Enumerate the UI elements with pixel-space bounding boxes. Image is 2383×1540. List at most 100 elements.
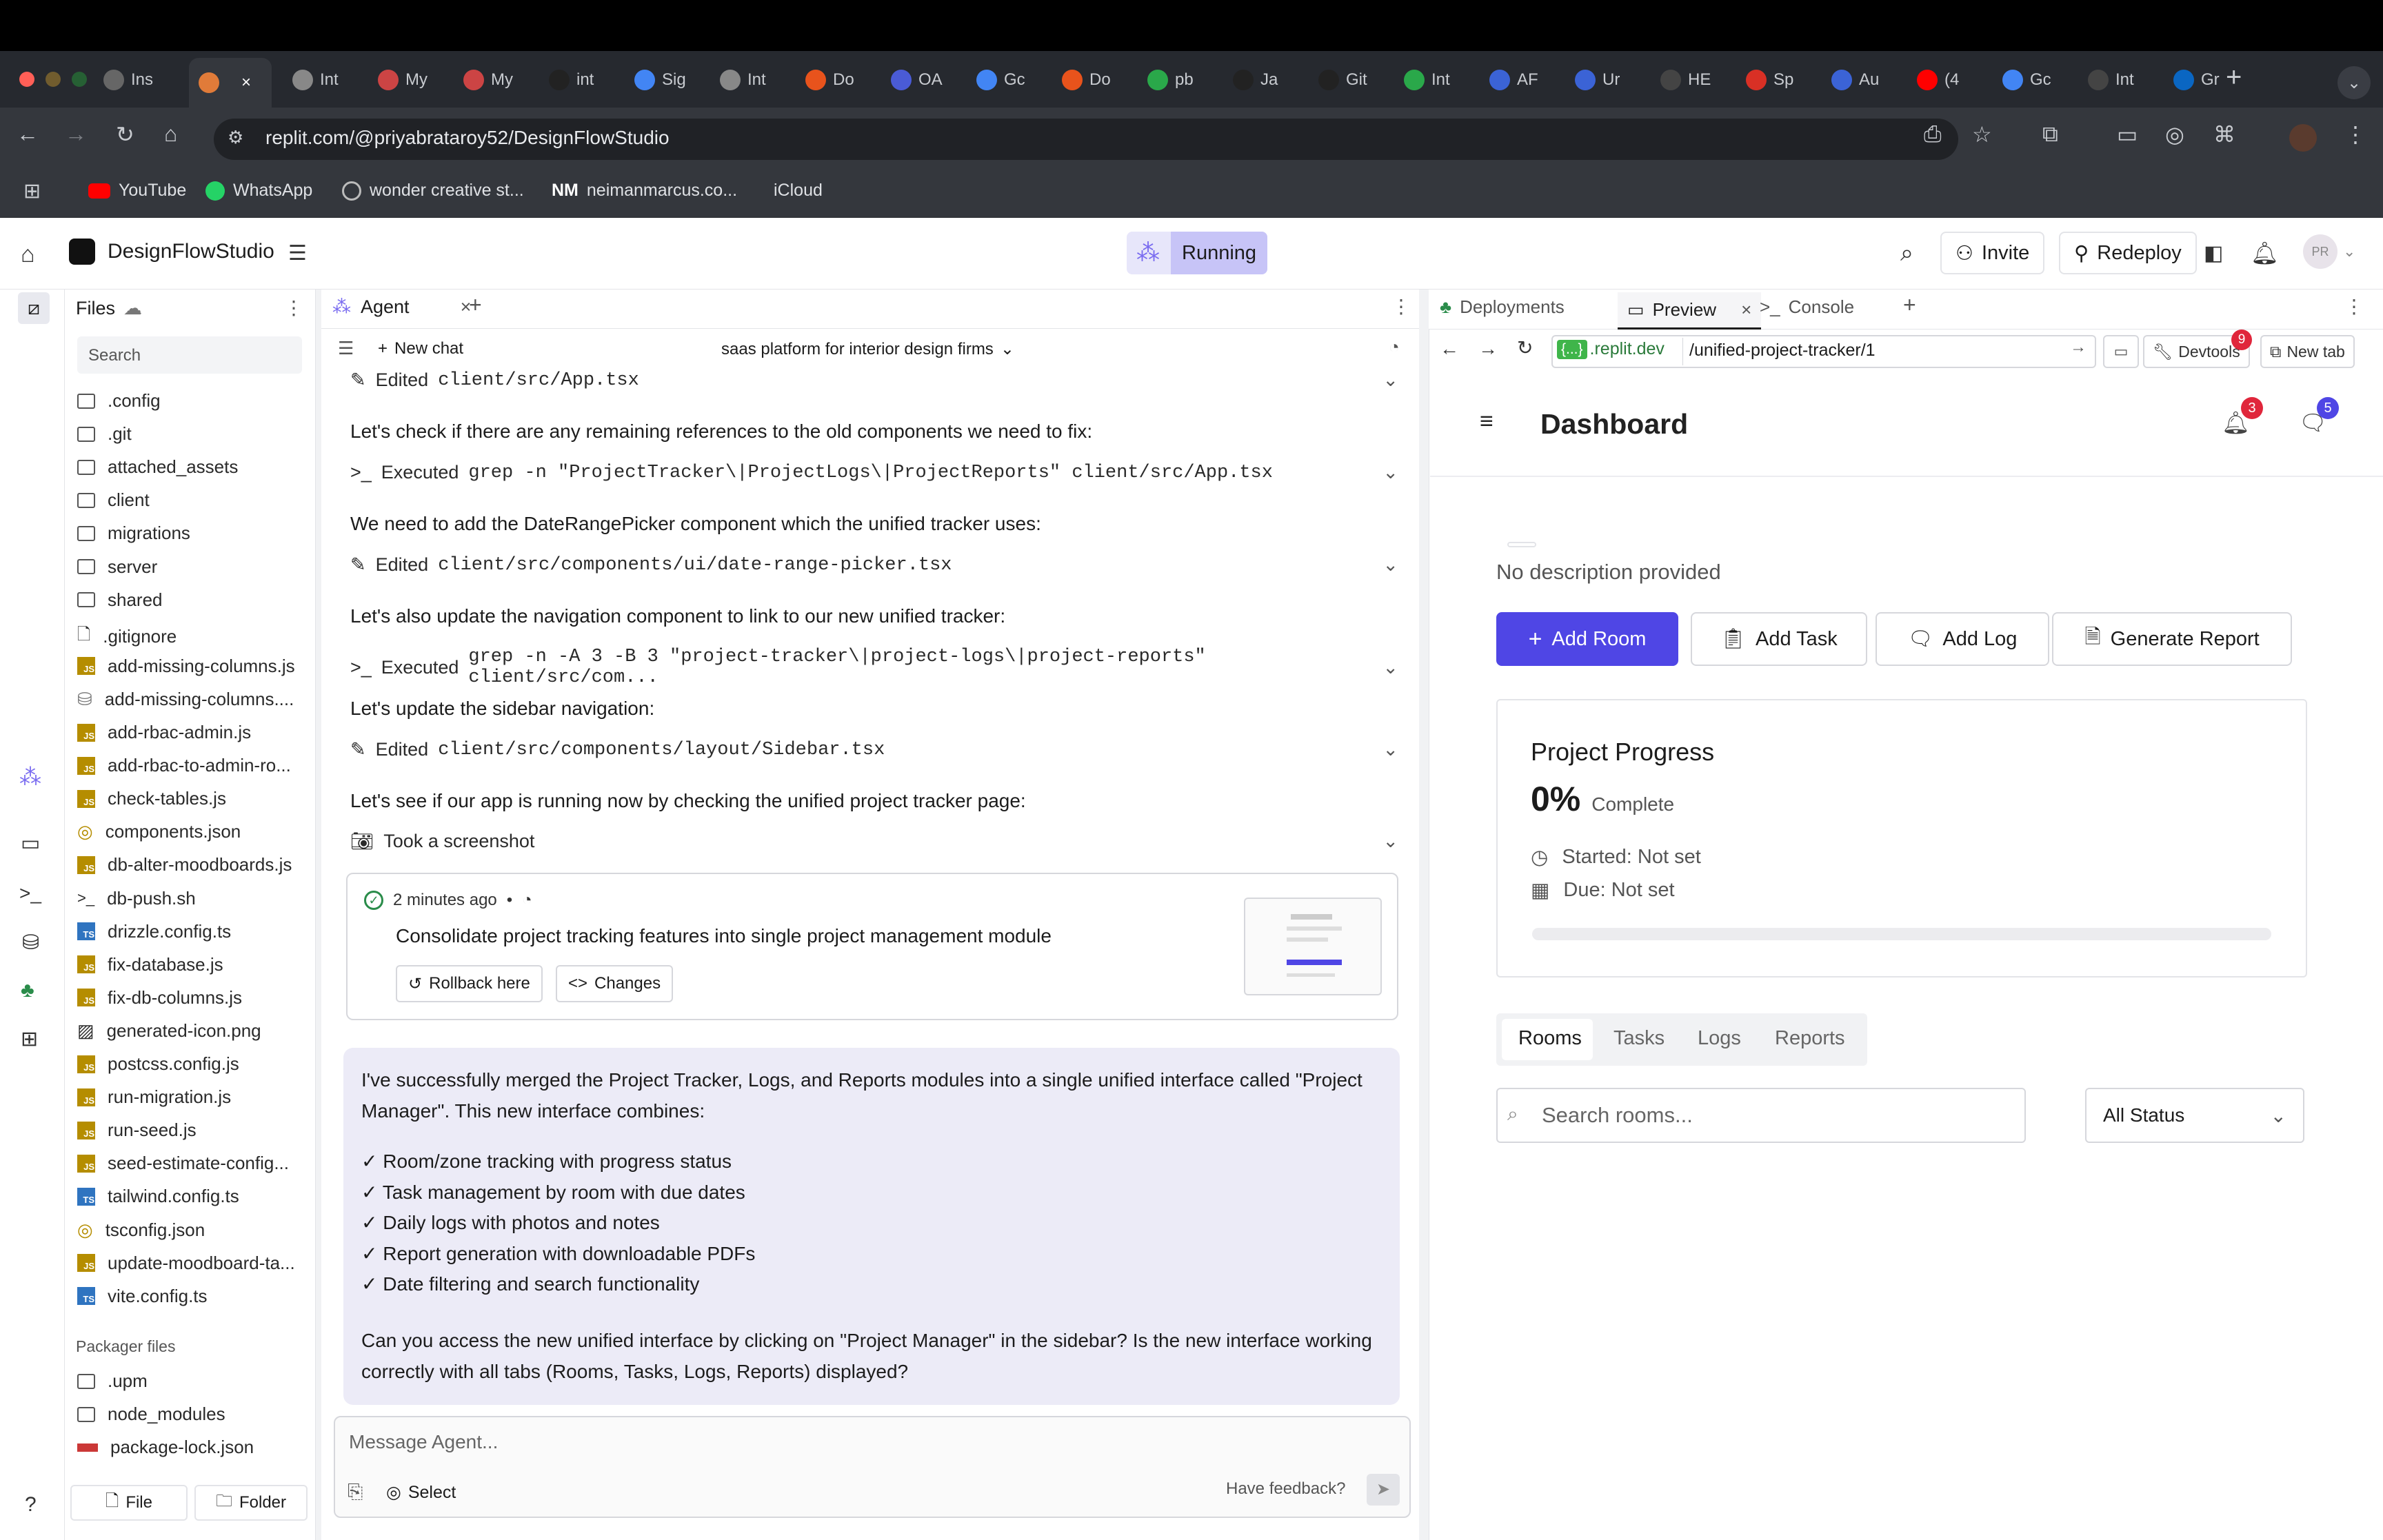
file-tree-item[interactable]: TS drizzle.config.ts (77, 921, 231, 942)
file-tree-item[interactable]: server (77, 556, 157, 578)
help-icon[interactable]: ? (25, 1493, 37, 1517)
browser-tab[interactable]: Int (2088, 59, 2134, 101)
agent-menu-icon[interactable]: ⋮ (1391, 295, 1411, 318)
close-tab-icon[interactable]: × (241, 73, 251, 92)
new-tab-button[interactable]: ⧉ New tab (2260, 335, 2355, 368)
file-tree-item[interactable]: migrations (77, 523, 190, 544)
browser-tab[interactable]: Git (1318, 59, 1367, 101)
redeploy-button[interactable]: ⚲ Redeploy (2059, 232, 2197, 274)
webview-icon[interactable]: ▭ (21, 831, 40, 855)
tab-search-chevron-icon[interactable]: ⌄ (2337, 66, 2371, 99)
user-avatar[interactable]: PR ⌄ (2303, 234, 2355, 269)
packager-file-item[interactable]: package-lock.json (77, 1437, 254, 1458)
new-chat-button[interactable]: + New chat (378, 339, 463, 358)
browser-tab[interactable]: My (378, 59, 428, 101)
back-arrow-icon[interactable]: ← (17, 121, 39, 147)
agent-action-row[interactable]: >_ Executed grep -n -A 3 -B 3 "project-tra… (350, 647, 1398, 688)
changes-button[interactable]: <> Changes (556, 965, 674, 1002)
hamburger-menu-icon[interactable]: ≡ (1480, 408, 1494, 435)
generate-report-button[interactable]: 🗎︎ Generate Report (2052, 612, 2292, 666)
maximize-window-dot[interactable] (72, 72, 87, 87)
file-tree-item[interactable]: JS fix-db-columns.js (77, 987, 242, 1009)
file-tree-item[interactable]: JS update-moodboard-ta... (77, 1253, 295, 1274)
browser-tab[interactable]: Do (805, 59, 854, 101)
browser-tab[interactable]: pb (1147, 59, 1194, 101)
agent-action-row[interactable]: ✎ Edited client/src/components/ui/date-ran… (350, 554, 1398, 576)
file-tree-item[interactable]: JS add-rbac-admin.js (77, 722, 251, 743)
tab-logs[interactable]: Logs (1698, 1027, 1741, 1050)
apps-grid-icon[interactable]: ⊞ (23, 179, 41, 203)
shell-icon[interactable]: >_ (19, 882, 41, 904)
send-icon[interactable]: ➤ (1367, 1474, 1400, 1506)
bookmark-whatsapp[interactable]: WhatsApp (205, 181, 312, 201)
project-title-group[interactable]: DesignFlowStudio (69, 239, 274, 265)
new-folder-button[interactable]: 🗀︎ Folder (194, 1485, 308, 1521)
file-tree-item[interactable]: JS db-alter-moodboards.js (77, 854, 292, 875)
preview-back-icon[interactable]: ← (1440, 338, 1459, 360)
file-tree-item[interactable]: 🗋︎ .gitignore (77, 622, 177, 651)
select-element-button[interactable]: ◎ Select (386, 1482, 456, 1503)
browser-tab[interactable]: Sp (1746, 59, 1793, 101)
bookmark-neimanmarcus[interactable]: NM neimanmarcus.co... (552, 181, 737, 201)
chat-history-icon[interactable]: ☰ (338, 338, 354, 359)
tab-tasks[interactable]: Tasks (1613, 1027, 1665, 1050)
minimize-window-dot[interactable] (46, 72, 61, 87)
reload-icon[interactable]: ↻ (116, 121, 134, 148)
status-filter-select[interactable]: All Status ⌄ (2085, 1088, 2304, 1143)
browser-menu-icon[interactable]: ⋮ (2344, 121, 2366, 148)
browser-tab[interactable]: Do (1062, 59, 1111, 101)
file-tree-icon[interactable]: ⧄ (18, 292, 50, 324)
home-icon[interactable]: ⌂ (21, 241, 35, 268)
expand-chevron-icon[interactable]: ⌄ (1382, 462, 1398, 483)
browser-tab[interactable]: AF (1489, 59, 1538, 101)
tab-deployments[interactable]: ♣ Deployments (1440, 296, 1565, 318)
file-tree-item[interactable]: ◎ components.json (77, 821, 241, 842)
browser-tab[interactable]: int (549, 59, 594, 101)
browser-tab[interactable]: Ur (1575, 59, 1620, 101)
screenshot-thumbnail[interactable] (1244, 898, 1382, 995)
new-file-button[interactable]: 🗋︎ File (70, 1485, 188, 1521)
screenshot-icon[interactable]: ◎ (2165, 121, 2184, 148)
tab-reports[interactable]: Reports (1775, 1027, 1845, 1050)
chat-title-dropdown[interactable]: saas platform for interior design firms ⌄ (721, 339, 1014, 359)
file-tree-item[interactable]: JS run-migration.js (77, 1086, 231, 1108)
new-tab-plus-icon[interactable]: + (2226, 62, 2242, 93)
feedback-link[interactable]: Have feedback? (1226, 1479, 1345, 1499)
translate-icon[interactable]: ⌘ (2213, 121, 2235, 148)
file-tree-item[interactable]: JS fix-database.js (77, 954, 223, 975)
site-settings-icon[interactable]: ⚙ (228, 127, 243, 148)
file-tree-item[interactable]: JS run-seed.js (77, 1119, 197, 1141)
file-tree-item[interactable]: JS add-rbac-to-admin-ro... (77, 755, 291, 776)
add-log-button[interactable]: 🗨︎ Add Log (1876, 612, 2049, 666)
bookmark-youtube[interactable]: YouTube (88, 181, 186, 201)
open-url-arrow-icon[interactable]: → (2070, 338, 2087, 357)
bookmark-wonder-creative[interactable]: wonder creative st... (342, 181, 524, 201)
browser-tab[interactable]: Int (720, 59, 766, 101)
files-menu-icon[interactable]: ⋮ (284, 296, 303, 319)
message-agent-input[interactable]: Message Agent... (349, 1431, 498, 1453)
split-view-icon[interactable]: ◧ (2204, 241, 2223, 265)
browser-tab[interactable]: My (463, 59, 513, 101)
add-tab-icon[interactable]: + (1903, 292, 1916, 318)
close-window-dot[interactable] (19, 72, 34, 87)
files-search-input[interactable]: Search (77, 336, 302, 374)
packager-file-item[interactable]: .upm (77, 1370, 148, 1392)
expand-chevron-icon[interactable]: ⌄ (1382, 831, 1398, 852)
reading-list-icon[interactable]: ▭ (2117, 121, 2138, 148)
search-icon[interactable]: ⌕ (1900, 240, 1913, 267)
file-tree-item[interactable]: .git (77, 423, 132, 445)
browser-tab[interactable]: Gr (2173, 59, 2220, 101)
agent-action-row[interactable]: 📷︎ Took a screenshot ⌄ (350, 830, 1398, 852)
preview-reload-icon[interactable]: ↻ (1517, 336, 1533, 359)
project-info-icon[interactable]: ☰ (288, 241, 307, 265)
forward-arrow-icon[interactable]: → (65, 121, 87, 147)
file-tree-item[interactable]: >_ db-push.sh (77, 888, 196, 909)
browser-tab[interactable]: Ins (103, 59, 153, 101)
browser-tab[interactable]: Gc (2002, 59, 2051, 101)
preview-forward-icon[interactable]: → (1478, 338, 1498, 360)
run-status[interactable]: ⁂ Running (1127, 232, 1268, 274)
bookmark-star-icon[interactable]: ☆ (1972, 121, 1992, 148)
notifications-bell-icon[interactable]: 🔔︎ (2251, 240, 2279, 266)
pane-menu-icon[interactable]: ⋮ (2344, 295, 2364, 318)
expand-chevron-icon[interactable]: ⌄ (1382, 369, 1398, 391)
